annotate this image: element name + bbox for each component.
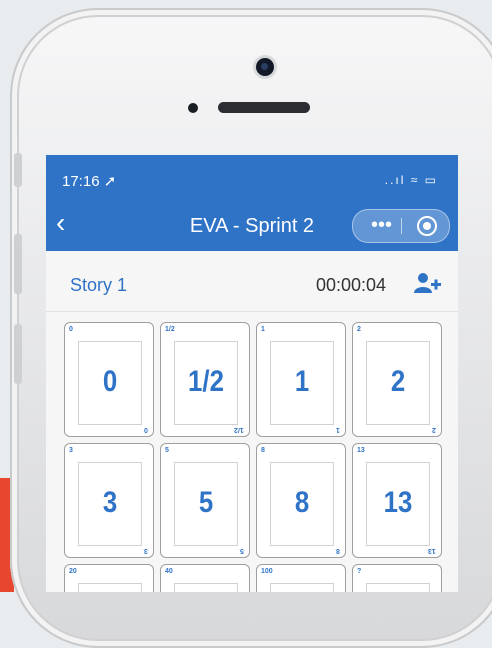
story-name[interactable]: Story 1 bbox=[70, 275, 127, 296]
card-0[interactable]: 0 0 0 bbox=[64, 322, 154, 437]
story-bar: Story 1 00:00:04 bbox=[46, 251, 458, 312]
card-40[interactable]: 40 bbox=[160, 564, 250, 592]
story-timer: 00:00:04 bbox=[316, 275, 387, 295]
card-8[interactable]: 8 8 8 bbox=[256, 443, 346, 558]
front-camera bbox=[256, 58, 274, 76]
nav-bar: ‹ EVA - Sprint 2 ••• bbox=[46, 199, 458, 251]
volume-up-button bbox=[14, 234, 22, 294]
close-target-icon[interactable] bbox=[417, 216, 437, 236]
card-13[interactable]: 13 13 13 bbox=[352, 443, 442, 558]
miniprogram-capsule: ••• bbox=[352, 209, 450, 243]
phone-screen: 17:16 ➚ ..ıl ≈ ▭ ‹ EVA - Sprint 2 ••• St… bbox=[46, 155, 458, 592]
proximity-sensor bbox=[188, 103, 198, 113]
status-icons: ..ıl ≈ ▭ bbox=[384, 173, 438, 187]
card-half[interactable]: 1/2 1/2 1/2 bbox=[160, 322, 250, 437]
capsule-divider bbox=[401, 218, 402, 234]
earpiece-speaker bbox=[218, 102, 310, 113]
card-1[interactable]: 1 1 1 bbox=[256, 322, 346, 437]
card-20[interactable]: 20 bbox=[64, 564, 154, 592]
mute-switch bbox=[14, 153, 22, 187]
card-5[interactable]: 5 5 5 bbox=[160, 443, 250, 558]
card-2[interactable]: 2 2 2 bbox=[352, 322, 442, 437]
status-bar: 17:16 ➚ ..ıl ≈ ▭ bbox=[46, 155, 458, 199]
volume-down-button bbox=[14, 324, 22, 384]
status-time: 17:16 ➚ bbox=[62, 173, 117, 190]
card-question[interactable]: ? bbox=[352, 564, 442, 592]
card-3[interactable]: 3 3 3 bbox=[64, 443, 154, 558]
card-100[interactable]: 100 bbox=[256, 564, 346, 592]
more-icon[interactable]: ••• bbox=[371, 214, 392, 237]
add-user-icon[interactable] bbox=[413, 273, 441, 293]
